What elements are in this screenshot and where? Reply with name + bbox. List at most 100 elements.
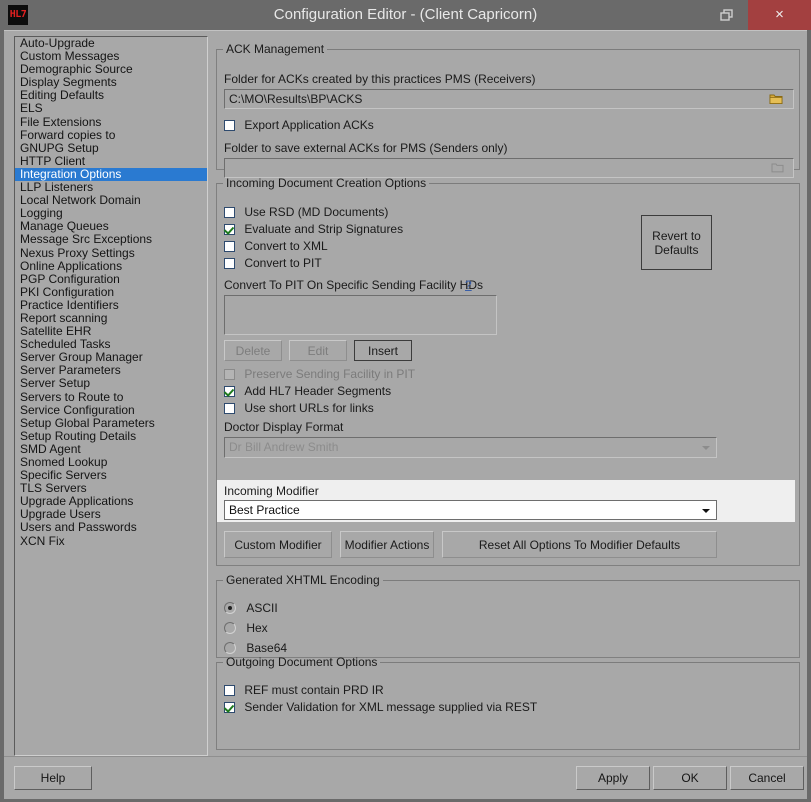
encoding-radio-hex-label: Hex	[246, 621, 267, 635]
incoming-document-options-group: Incoming Document Creation Options Use R…	[216, 176, 800, 566]
encoding-radio-ascii-box	[224, 602, 236, 614]
convert-to-pit-label: Convert to PIT	[244, 256, 321, 270]
restore-window-icon[interactable]	[715, 6, 741, 24]
modifier-actions-button[interactable]: Modifier Actions	[340, 531, 434, 558]
dialog-button-bar: Help Apply OK Cancel	[4, 756, 807, 799]
help-button[interactable]: Help	[14, 766, 92, 790]
evaluate-strip-signatures-label: Evaluate and Strip Signatures	[244, 222, 403, 236]
sidebar-item-editing-defaults[interactable]: Editing Defaults	[15, 89, 207, 102]
sender-validation-rest-checkbox-box	[224, 702, 235, 713]
ok-button[interactable]: OK	[653, 766, 727, 790]
insert-button[interactable]: Insert	[354, 340, 412, 361]
sidebar-item-servers-to-route-to[interactable]: Servers to Route to	[15, 391, 207, 404]
ack-management-group: ACK Management Folder for ACKs created b…	[216, 42, 800, 170]
chevron-down-icon	[702, 509, 710, 513]
evaluate-strip-signatures-checkbox-box	[224, 224, 235, 235]
use-short-urls-checkbox[interactable]: Use short URLs for links	[224, 401, 374, 416]
ref-must-contain-prd-ir-checkbox-box	[224, 685, 235, 696]
encoding-radio-ascii-label: ASCII	[246, 601, 277, 615]
folder-browse-icon[interactable]	[769, 93, 783, 105]
preserve-sending-facility-checkbox-box	[224, 369, 235, 380]
incoming-modifier-label: Incoming Modifier	[224, 484, 319, 498]
sidebar-item-forward-copies-to[interactable]: Forward copies to	[15, 129, 207, 142]
encoding-radio-hex[interactable]: Hex	[224, 621, 268, 637]
pit-sending-facility-label: Convert To PIT On Specific Sending Facil…	[224, 278, 483, 292]
sidebar-item-setup-global-parameters[interactable]: Setup Global Parameters	[15, 417, 207, 430]
convert-to-pit-checkbox-box	[224, 258, 235, 269]
use-rsd-label: Use RSD (MD Documents)	[244, 205, 388, 219]
sidebar-item-practice-identifiers[interactable]: Practice Identifiers	[15, 299, 207, 312]
evaluate-strip-signatures-checkbox[interactable]: Evaluate and Strip Signatures	[224, 222, 403, 237]
custom-modifier-button[interactable]: Custom Modifier	[224, 531, 332, 558]
incoming-modifier-value: Best Practice	[229, 503, 300, 517]
incoming-modifier-combo[interactable]: Best Practice	[224, 500, 717, 520]
settings-category-list[interactable]: Auto-UpgradeCustom MessagesDemographic S…	[14, 36, 208, 756]
revert-to-defaults-line2: Defaults	[654, 243, 698, 257]
sidebar-item-message-src-exceptions[interactable]: Message Src Exceptions	[15, 233, 207, 246]
senders-folder-input[interactable]	[224, 158, 794, 178]
sidebar-item-service-configuration[interactable]: Service Configuration	[15, 404, 207, 417]
dialog-client-area: Auto-UpgradeCustom MessagesDemographic S…	[4, 30, 807, 799]
add-hl7-header-segments-checkbox-box	[224, 386, 235, 397]
outgoing-document-options-group: Outgoing Document Options REF must conta…	[216, 655, 800, 750]
title-bar: HL7 Configuration Editor - (Client Capri…	[0, 0, 811, 30]
add-hl7-header-segments-checkbox[interactable]: Add HL7 Header Segments	[224, 384, 391, 399]
sidebar-item-http-client[interactable]: HTTP Client	[15, 155, 207, 168]
delete-button[interactable]: Delete	[224, 340, 282, 361]
reset-all-options-button[interactable]: Reset All Options To Modifier Defaults	[442, 531, 717, 558]
doctor-display-format-label: Doctor Display Format	[224, 420, 343, 434]
sidebar-item-setup-routing-details[interactable]: Setup Routing Details	[15, 430, 207, 443]
configuration-editor-window: HL7 Configuration Editor - (Client Capri…	[0, 0, 811, 802]
outgoing-document-options-legend: Outgoing Document Options	[223, 655, 380, 669]
sidebar-item-gnupg-setup[interactable]: GNUPG Setup	[15, 142, 207, 155]
use-rsd-checkbox-box	[224, 207, 235, 218]
folder-browse-icon-disabled	[771, 162, 785, 174]
sidebar-item-users-and-passwords[interactable]: Users and Passwords	[15, 521, 207, 534]
encoding-radio-base64-label: Base64	[246, 641, 287, 655]
sidebar-item-els[interactable]: ELS	[15, 102, 207, 115]
add-hl7-header-segments-label: Add HL7 Header Segments	[244, 384, 391, 398]
ref-must-contain-prd-ir-checkbox[interactable]: REF must contain PRD IR	[224, 683, 384, 698]
sidebar-item-server-setup[interactable]: Server Setup	[15, 377, 207, 390]
senders-folder-label: Folder to save external ACKs for PMS (Se…	[224, 141, 507, 155]
doctor-display-format-combo[interactable]: Dr Bill Andrew Smith	[224, 437, 717, 458]
settings-detail-pane: ACK Management Folder for ACKs created b…	[216, 36, 800, 756]
close-window-button[interactable]: ×	[748, 0, 811, 30]
encoding-radio-base64-box	[224, 642, 236, 654]
cancel-button[interactable]: Cancel	[730, 766, 804, 790]
apply-button[interactable]: Apply	[576, 766, 650, 790]
export-application-acks-checkbox-box	[224, 120, 235, 131]
edit-button[interactable]: Edit	[289, 340, 347, 361]
sidebar-item-pki-configuration[interactable]: PKI Configuration	[15, 286, 207, 299]
convert-to-xml-checkbox[interactable]: Convert to XML	[224, 239, 328, 254]
convert-to-pit-checkbox[interactable]: Convert to PIT	[224, 256, 322, 271]
sender-validation-rest-checkbox[interactable]: Sender Validation for XML message suppli…	[224, 700, 537, 715]
sidebar-item-file-extensions[interactable]: File Extensions	[15, 116, 207, 129]
incoming-document-options-legend: Incoming Document Creation Options	[223, 176, 429, 190]
use-rsd-checkbox[interactable]: Use RSD (MD Documents)	[224, 205, 388, 220]
revert-to-defaults-line1: Revert to	[652, 229, 701, 243]
ack-management-legend: ACK Management	[223, 42, 327, 56]
preserve-sending-facility-checkbox: Preserve Sending Facility in PIT	[224, 367, 415, 382]
export-application-acks-checkbox[interactable]: Export Application ACKs	[224, 118, 374, 133]
receivers-folder-input[interactable]: C:\MO\Results\BP\ACKS	[224, 89, 794, 109]
xhtml-encoding-group: Generated XHTML Encoding ASCII Hex Base6…	[216, 573, 800, 658]
xhtml-encoding-legend: Generated XHTML Encoding	[223, 573, 383, 587]
ref-must-contain-prd-ir-label: REF must contain PRD IR	[244, 683, 383, 697]
use-short-urls-label: Use short URLs for links	[244, 401, 373, 415]
convert-to-xml-checkbox-box	[224, 241, 235, 252]
sender-validation-rest-label: Sender Validation for XML message suppli…	[244, 700, 537, 714]
doctor-display-format-value: Dr Bill Andrew Smith	[229, 440, 338, 454]
sidebar-item-online-applications[interactable]: Online Applications	[15, 260, 207, 273]
sidebar-item-nexus-proxy-settings[interactable]: Nexus Proxy Settings	[15, 247, 207, 260]
encoding-radio-hex-box	[224, 622, 236, 634]
window-title: Configuration Editor - (Client Capricorn…	[0, 0, 811, 30]
pit-sending-facility-help-icon[interactable]: ?	[465, 278, 472, 292]
encoding-radio-ascii[interactable]: ASCII	[224, 601, 278, 617]
sidebar-item-xcn-fix[interactable]: XCN Fix	[15, 535, 207, 548]
sidebar-item-pgp-configuration[interactable]: PGP Configuration	[15, 273, 207, 286]
revert-to-defaults-button[interactable]: Revert to Defaults	[641, 215, 712, 270]
preserve-sending-facility-label: Preserve Sending Facility in PIT	[244, 367, 415, 381]
convert-to-xml-label: Convert to XML	[244, 239, 327, 253]
pit-sending-facility-list[interactable]	[224, 295, 497, 335]
